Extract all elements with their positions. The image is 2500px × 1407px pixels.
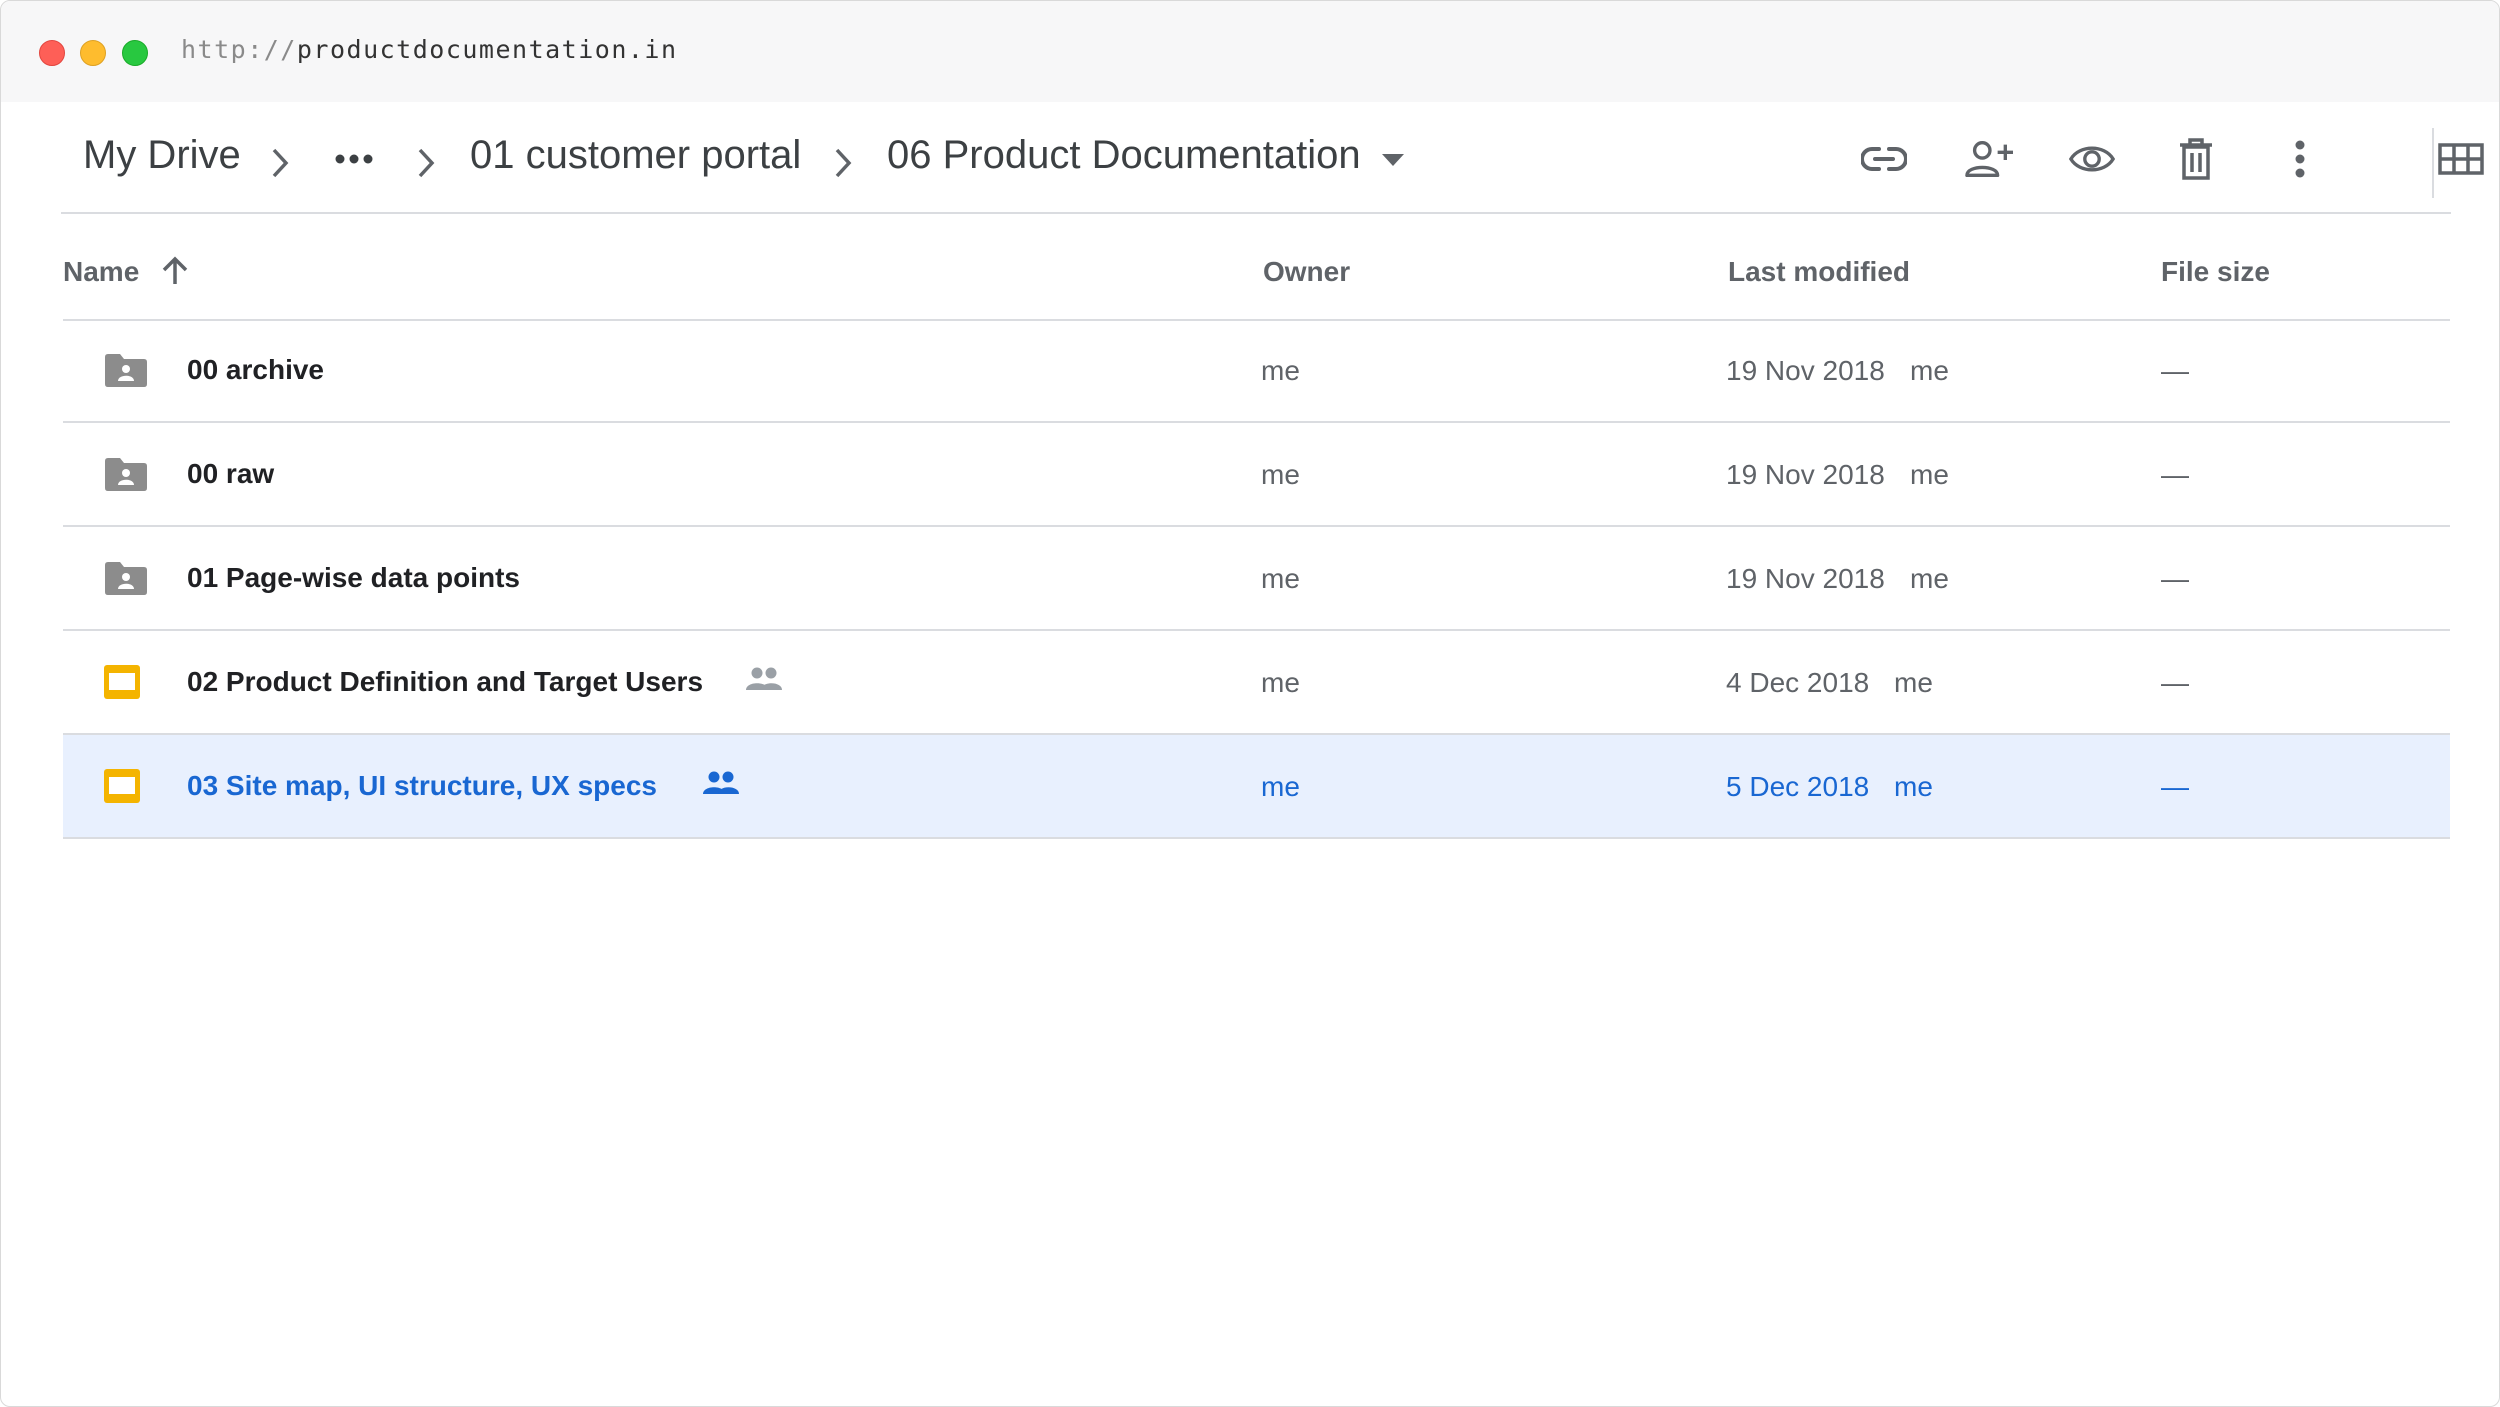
file-modified-by: me [1910, 459, 1949, 490]
file-name[interactable]: 00 archive [187, 354, 324, 386]
file-type-icon [103, 768, 141, 809]
file-owner: me [1261, 667, 1300, 698]
address-bar[interactable]: http://productdocumentation.in [181, 35, 678, 64]
link-icon [1861, 147, 1907, 171]
file-row[interactable]: 00 raw me 19 Nov 2018 me — [63, 423, 2450, 527]
file-owner: me [1261, 771, 1300, 802]
preview-button[interactable] [2068, 135, 2116, 183]
file-owner: me [1261, 355, 1300, 386]
grid-view-button[interactable] [2418, 135, 2499, 183]
file-modified-by: me [1910, 355, 1949, 386]
file-size: — [2161, 771, 2189, 802]
shared-people-icon [746, 667, 782, 690]
remove-button[interactable] [2172, 135, 2220, 183]
maximize-window-button[interactable] [122, 40, 148, 66]
file-modified-by: me [1894, 771, 1933, 802]
more-actions-button[interactable] [2276, 135, 2324, 183]
caret-down-icon[interactable] [1382, 154, 1404, 166]
column-header-file-size: File size [2161, 256, 2270, 287]
url-protocol: http:// [181, 35, 297, 64]
file-name[interactable]: 00 raw [187, 458, 274, 490]
file-type-icon [103, 664, 141, 705]
file-row[interactable]: 00 archive me 19 Nov 2018 me — [63, 319, 2450, 423]
preview-eye-icon [2068, 146, 2116, 172]
file-row[interactable]: 03 Site map, UI structure, UX specs me 5 D… [63, 735, 2450, 839]
browser-window: http://productdocumentation.in My Drive … [0, 0, 2500, 1407]
file-modified-date: 4 Dec 2018 [1726, 667, 1870, 698]
breadcrumb-current-folder[interactable]: 06 Product Documentation [887, 133, 1361, 178]
file-size: — [2161, 459, 2189, 490]
shared-indicator [702, 770, 740, 801]
title-bar: http://productdocumentation.in [1, 1, 2499, 102]
file-list-header: Name Owner Last modified File size [63, 214, 2450, 321]
shared-folder-icon [105, 562, 147, 595]
file-owner: me [1261, 459, 1300, 490]
drive-toolbar: My Drive 01 customer portal 06 Product D… [61, 102, 2484, 214]
file-modified-by: me [1894, 667, 1933, 698]
file-modified-date: 19 Nov 2018 [1726, 355, 1885, 386]
file-modified-by: me [1910, 563, 1949, 594]
add-person-icon [1965, 141, 2013, 177]
file-owner: me [1261, 563, 1300, 594]
file-size: — [2161, 355, 2189, 386]
trash-icon [2180, 138, 2212, 180]
file-row[interactable]: 02 Product Definition and Target Users me… [63, 631, 2450, 735]
column-header-owner: Owner [1263, 256, 1351, 287]
close-window-button[interactable] [39, 40, 65, 66]
grid-view-icon [2438, 143, 2484, 175]
sort-arrow-up-icon[interactable] [160, 256, 190, 286]
shared-people-icon [703, 771, 739, 794]
file-size: — [2161, 667, 2189, 698]
shared-indicator [745, 666, 783, 697]
file-modified-date: 19 Nov 2018 [1726, 563, 1885, 594]
url-host: productdocumentation.in [296, 35, 678, 64]
minimize-window-button[interactable] [80, 40, 106, 66]
breadcrumb-my-drive[interactable]: My Drive [83, 133, 241, 178]
file-row[interactable]: 01 Page-wise data points me 19 Nov 2018 me — [63, 527, 2450, 631]
breadcrumb-customer-portal[interactable]: 01 customer portal [470, 133, 801, 178]
file-type-icon [103, 560, 149, 601]
file-type-icon [103, 352, 149, 393]
more-vert-icon [2295, 140, 2305, 178]
chevron-right-icon [272, 148, 289, 178]
file-type-icon [103, 456, 149, 497]
chevron-right-icon [835, 148, 852, 178]
column-header-last-modified[interactable]: Last modified [1728, 256, 1910, 288]
more-horiz-icon[interactable] [334, 152, 374, 166]
file-modified-date: 19 Nov 2018 [1726, 459, 1885, 490]
get-link-button[interactable] [1860, 135, 1908, 183]
column-header-name[interactable]: Name [63, 256, 139, 288]
file-size: — [2161, 563, 2189, 594]
file-name[interactable]: 03 Site map, UI structure, UX specs [187, 770, 657, 802]
share-button[interactable] [1965, 135, 2013, 183]
file-modified-date: 5 Dec 2018 [1726, 771, 1870, 802]
file-name[interactable]: 01 Page-wise data points [187, 562, 520, 594]
shared-folder-icon [105, 354, 147, 387]
shared-folder-icon [105, 458, 147, 491]
slides-file-icon [104, 665, 140, 699]
slides-file-icon [104, 769, 140, 803]
chevron-right-icon [418, 148, 435, 178]
file-name[interactable]: 02 Product Definition and Target Users [187, 666, 703, 698]
